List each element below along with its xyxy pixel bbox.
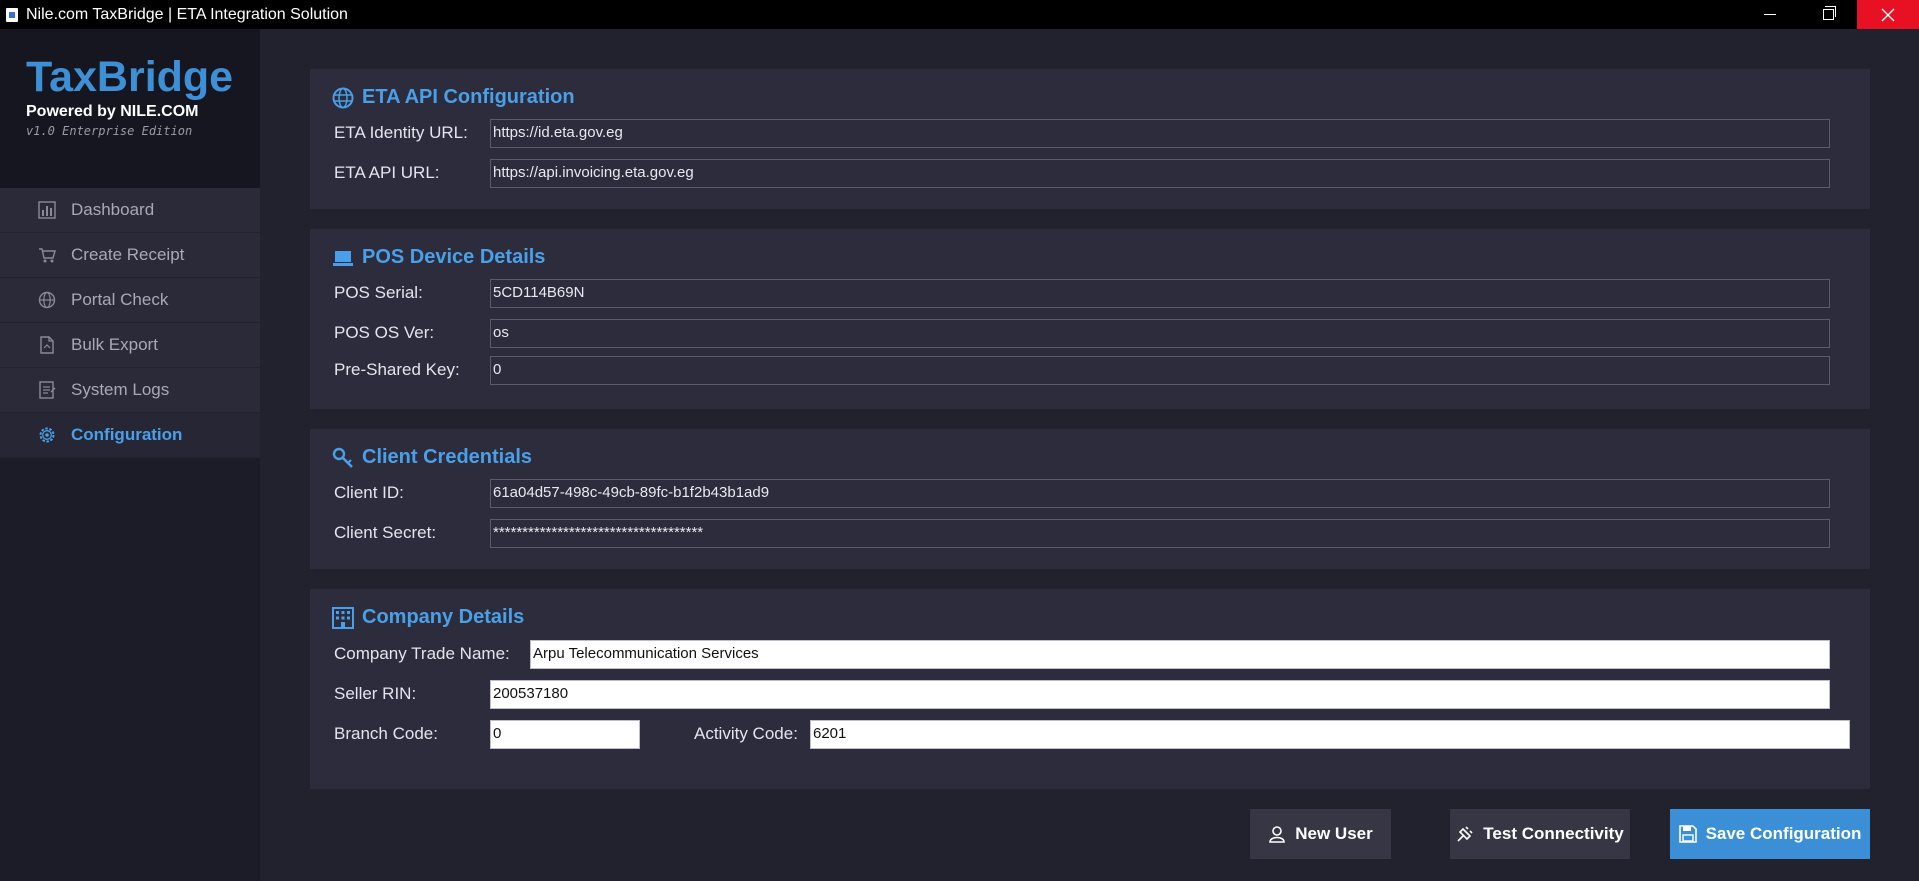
eta-api-panel: ETA API Configuration ETA Identity URL: … (310, 69, 1870, 209)
minimize-button[interactable] (1741, 0, 1799, 29)
seller-rin-field[interactable]: 200537180 (490, 680, 1830, 709)
save-icon (1678, 825, 1697, 843)
panel-title-text: Client Credentials (362, 446, 533, 468)
client-id-field[interactable]: 61a04d57-498c-49cb-89fc-b1f2b43b1ad9 (490, 479, 1830, 508)
user-icon (1269, 826, 1286, 843)
sidebar-item-system-logs[interactable]: System Logs (0, 368, 260, 413)
sidebar-item-portal-check[interactable]: Portal Check (0, 278, 260, 323)
brand-name: TaxBridge (26, 53, 234, 101)
company-details-panel: Company Details Company Trade Name: Arpu… (310, 589, 1870, 789)
test-connectivity-label: Test Connectivity (1483, 824, 1624, 843)
branch-code-field[interactable]: 0 (490, 720, 640, 749)
app-icon (6, 7, 18, 22)
pre-shared-key-field[interactable]: 0 (490, 356, 1830, 385)
client-secret-label: Client Secret: (334, 523, 437, 542)
brand-version: v1.0 Enterprise Edition (26, 124, 193, 138)
laptop-icon (333, 250, 353, 266)
sidebar-item-bulk-export[interactable]: Bulk Export (0, 323, 260, 368)
new-user-label: New User (1295, 824, 1373, 843)
pre-shared-key-label: Pre-Shared Key: (334, 360, 460, 379)
brand-powered-by: Powered by NILE.COM (26, 103, 199, 120)
window-title: Nile.com TaxBridge | ETA Integration Sol… (26, 5, 348, 23)
close-button[interactable] (1857, 0, 1919, 29)
cart-icon (39, 248, 56, 263)
plug-icon (1457, 826, 1473, 842)
sidebar-item-label: Portal Check (71, 290, 169, 309)
panel-title: Client Credentials (332, 446, 532, 469)
sidebar-item-dashboard[interactable]: Dashboard (0, 188, 260, 233)
minimize-icon (1764, 14, 1776, 15)
save-configuration-label: Save Configuration (1705, 824, 1862, 843)
sidebar: TaxBridge Powered by NILE.COM v1.0 Enter… (0, 29, 260, 881)
brand-header: TaxBridge Powered by NILE.COM v1.0 Enter… (0, 29, 260, 188)
api-url-label: ETA API URL: (334, 163, 440, 182)
title-bar: Nile.com TaxBridge | ETA Integration Sol… (0, 0, 1919, 29)
close-icon (1881, 8, 1895, 21)
pos-serial-label: POS Serial: (334, 283, 423, 302)
pos-os-field[interactable]: os (490, 319, 1830, 348)
sidebar-nav: Dashboard Create Receipt Portal Check Bu… (0, 188, 260, 458)
test-connectivity-button[interactable]: Test Connectivity (1450, 809, 1630, 859)
sidebar-item-label: Create Receipt (71, 245, 185, 264)
identity-url-field[interactable]: https://id.eta.gov.eg (490, 119, 1830, 148)
restore-button[interactable] (1799, 0, 1857, 29)
identity-url-label: ETA Identity URL: (334, 123, 468, 142)
api-url-field[interactable]: https://api.invoicing.eta.gov.eg (490, 159, 1830, 188)
logs-icon (39, 381, 56, 399)
panel-title: ETA API Configuration (332, 86, 575, 109)
restore-icon (1822, 6, 1836, 20)
document-icon (40, 336, 54, 354)
trade-name-field[interactable]: Arpu Telecommunication Services (530, 640, 1830, 669)
gear-icon (39, 427, 55, 443)
seller-rin-label: Seller RIN: (334, 684, 417, 703)
panel-title-text: ETA API Configuration (362, 86, 575, 108)
globe-icon (332, 87, 354, 108)
panel-title-text: POS Device Details (362, 246, 546, 268)
sidebar-item-label: Dashboard (71, 200, 155, 219)
new-user-button[interactable]: New User (1250, 809, 1391, 859)
save-configuration-button[interactable]: Save Configuration (1670, 809, 1870, 859)
client-id-label: Client ID: (334, 483, 404, 502)
key-icon (332, 447, 353, 468)
pos-device-panel: POS Device Details POS Serial: 5CD114B69… (310, 229, 1870, 409)
panel-title-text: Company Details (362, 606, 525, 628)
client-secret-field[interactable]: ************************************ (490, 519, 1830, 548)
sidebar-item-label: System Logs (71, 380, 170, 399)
sidebar-item-label: Bulk Export (71, 335, 158, 354)
client-credentials-panel: Client Credentials Client ID: 61a04d57-4… (310, 429, 1870, 569)
sidebar-item-label: Configuration (71, 425, 183, 444)
trade-name-label: Company Trade Name: (334, 644, 510, 663)
bar-chart-icon (38, 201, 56, 219)
panel-title: POS Device Details (332, 246, 545, 269)
globe-icon (38, 291, 56, 309)
building-icon (332, 606, 354, 629)
panel-title: Company Details (332, 606, 524, 629)
activity-code-label: Activity Code: (694, 724, 798, 743)
pos-os-label: POS OS Ver: (334, 323, 435, 342)
sidebar-item-create-receipt[interactable]: Create Receipt (0, 233, 260, 278)
branch-code-label: Branch Code: (334, 724, 438, 743)
sidebar-item-configuration[interactable]: Configuration (0, 413, 260, 458)
pos-serial-field[interactable]: 5CD114B69N (490, 279, 1830, 308)
activity-code-field[interactable]: 6201 (810, 720, 1850, 749)
